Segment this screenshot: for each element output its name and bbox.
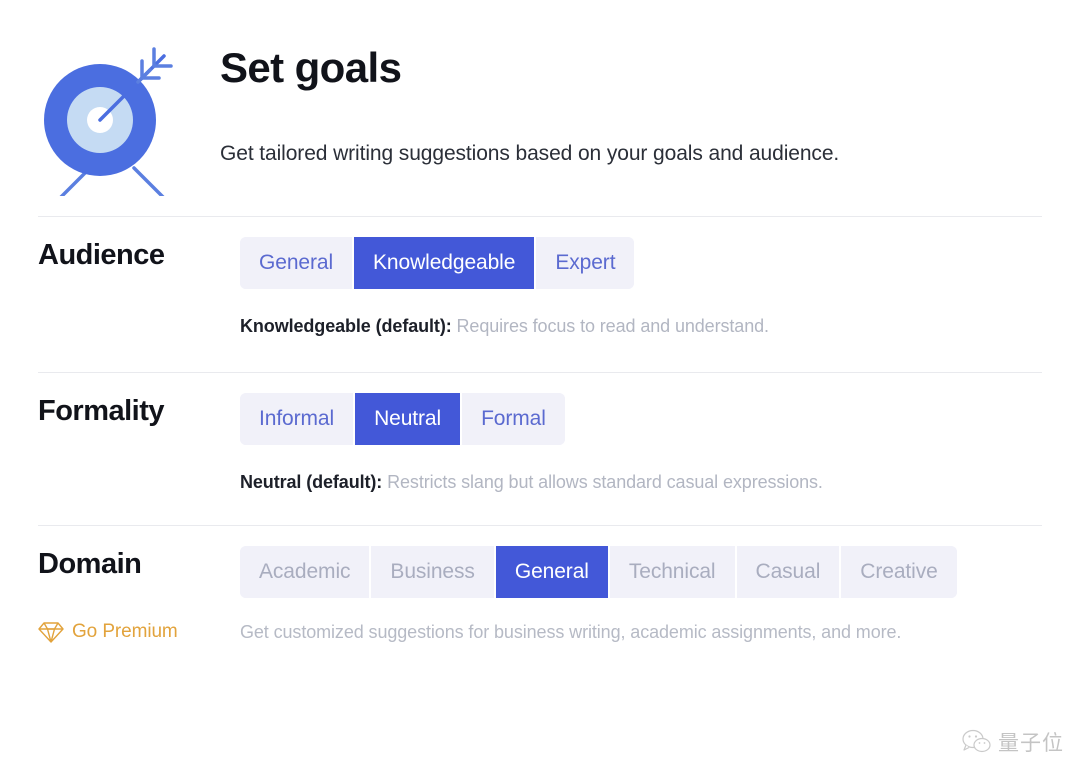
hint-audience: Knowledgeable (default): Requires focus … [240,315,1042,338]
hint-audience-desc: Requires focus to read and understand. [456,316,770,336]
segment-formality-formal[interactable]: Formal [462,392,565,445]
segmented-control-formality[interactable]: Informal Neutral Formal [240,392,565,445]
segment-audience-expert[interactable]: Expert [536,237,635,289]
hint-audience-label: Knowledgeable (default): [240,316,452,336]
set-goals-panel: Set goals Get tailored writing suggestio… [0,0,1080,779]
page-subtitle: Get tailored writing suggestions based o… [220,142,840,166]
page-title: Set goals [220,44,402,91]
panel-header: Set goals Get tailored writing suggestio… [0,0,1080,216]
target-bullseye-arrow-icon [44,47,173,196]
hint-formality-desc: Restricts slang but allows standard casu… [387,471,823,492]
premium-description: Get customized suggestions for business … [240,621,902,642]
row-label-formality: Formality [38,394,165,427]
go-premium-label: Go Premium [72,621,178,642]
segment-domain-technical[interactable]: Technical [609,546,737,598]
option-row-audience: Audience General Knowledgeable Expert Kn… [0,217,1080,338]
segment-audience-general[interactable]: General [240,237,355,289]
row-body-formality: Informal Neutral Formal Neutral (default… [240,373,1042,494]
segment-domain-general[interactable]: General [495,546,610,598]
hint-formality: Neutral (default): Restricts slang but a… [240,471,1042,494]
go-premium-button[interactable]: Go Premium [38,620,240,644]
row-label-audience: Audience [38,239,165,271]
segment-domain-casual[interactable]: Casual [736,546,842,598]
segment-domain-academic[interactable]: Academic [240,546,372,598]
option-row-domain: Domain Academic Business General Technic… [0,526,1080,598]
segmented-control-audience[interactable]: General Knowledgeable Expert [240,237,635,289]
segment-audience-knowledgeable[interactable]: Knowledgeable [354,237,537,289]
option-row-formality: Formality Informal Neutral Formal Neutra… [0,373,1080,494]
header-text-block: Set goals Get tailored writing suggestio… [220,30,839,167]
segment-formality-neutral[interactable]: Neutral [355,392,463,445]
wechat-icon [962,729,991,753]
segment-domain-business[interactable]: Business [371,546,496,598]
watermark: 量子位 [961,727,1064,757]
segment-formality-informal[interactable]: Informal [240,392,356,445]
premium-row: Go Premium Get customized suggestions fo… [0,620,1080,644]
row-body-audience: General Knowledgeable Expert Knowledgeab… [240,217,1042,338]
diamond-gem-icon [38,622,64,643]
row-body-domain: Academic Business General Technical Casu… [240,526,1042,598]
hint-formality-label: Neutral (default): [240,471,383,492]
row-label-domain: Domain [38,548,142,580]
watermark-text: 量子位 [998,731,1064,755]
segment-domain-creative[interactable]: Creative [841,546,957,598]
segmented-control-domain[interactable]: Academic Business General Technical Casu… [240,546,957,598]
